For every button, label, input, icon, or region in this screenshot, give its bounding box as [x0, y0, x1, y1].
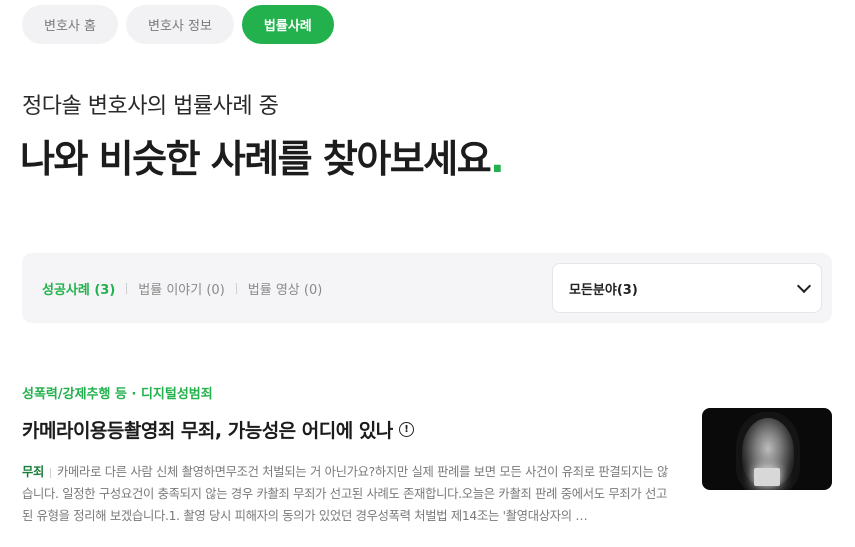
thumbnail-phone — [754, 468, 780, 486]
filter-legal-stories[interactable]: 법률 이야기 (0) — [138, 279, 224, 298]
page-headline: 나와 비슷한 사례를 찾아보세요. — [20, 128, 505, 183]
case-divider — [50, 467, 52, 478]
case-category: 성폭력/강제추행 등 · 디지털성범죄 — [22, 387, 213, 402]
filter-legal-videos[interactable]: 법률 영상 (0) — [248, 279, 323, 298]
filter-categories: 성공사례 (3) 법률 이야기 (0) 법률 영상 (0) — [42, 253, 322, 323]
chevron-down-icon — [796, 278, 812, 293]
case-result-badge: 무죄 — [22, 465, 45, 479]
case-summary: 무죄 카메라로 다른 사람 신체 촬영하면무조건 처벌되는 거 아닌가요?하지만 … — [22, 461, 670, 527]
info-icon[interactable]: ! — [398, 422, 414, 437]
filter-divider — [126, 282, 128, 294]
case-title[interactable]: 카메라이용등촬영죄 무죄, 가능성은 어디에 있나 — [22, 416, 393, 443]
intro-text: 정다솔 변호사의 법률사례 중 — [22, 94, 279, 119]
filter-bar: 성공사례 (3) 법률 이야기 (0) 법률 영상 (0) 모든분야(3) — [22, 253, 832, 323]
video-thumbnail[interactable] — [702, 408, 832, 490]
tab-legal-cases[interactable]: 법률사례 — [241, 5, 334, 44]
filter-success-cases[interactable]: 성공사례 (3) — [42, 279, 115, 298]
tab-lawyer-info[interactable]: 변호사 정보 — [125, 5, 234, 44]
headline-dot: . — [490, 137, 504, 181]
tab-lawyer-home[interactable]: 변호사 홈 — [22, 5, 118, 44]
case-body-text: 카메라로 다른 사람 신체 촬영하면무조건 처벌되는 거 아닌가요?하지만 실제… — [22, 465, 669, 523]
case-card[interactable]: 성폭력/강제추행 등 · 디지털성범죄 카메라이용등촬영죄 무죄, 가능성은 어… — [22, 383, 832, 527]
filter-divider — [235, 282, 237, 294]
field-select[interactable]: 모든분야(3) — [552, 263, 822, 313]
field-select-value: 모든분야(3) — [569, 282, 638, 298]
lawyer-tabs: 변호사 홈 변호사 정보 법률사례 — [22, 5, 334, 44]
headline-text: 나와 비슷한 사례를 찾아보세요 — [20, 137, 492, 181]
